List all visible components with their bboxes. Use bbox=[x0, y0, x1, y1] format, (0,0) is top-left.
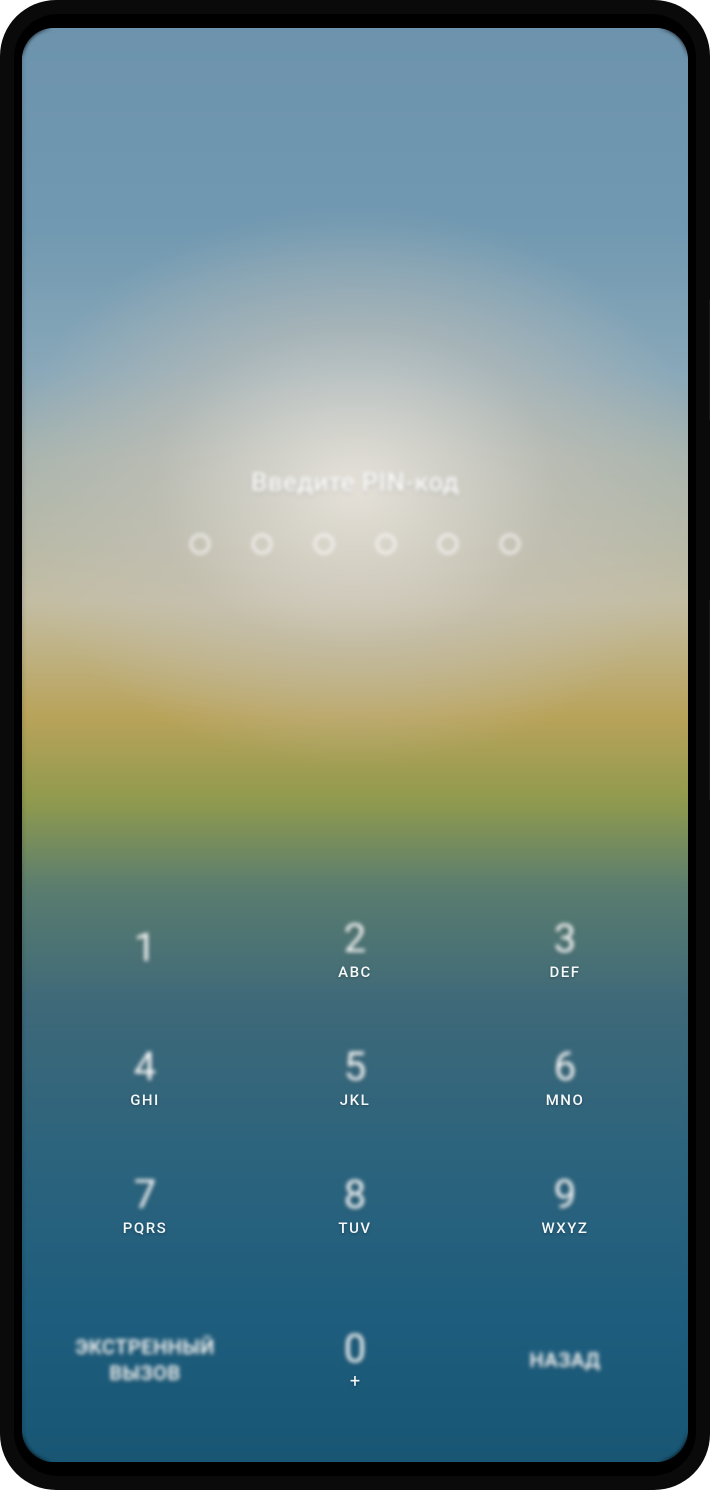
key-digit: 5 bbox=[344, 1047, 366, 1087]
key-letters: + bbox=[350, 1371, 360, 1392]
key-digit: 1 bbox=[134, 928, 156, 968]
key-digit: 0 bbox=[344, 1329, 366, 1369]
top-spacer bbox=[22, 28, 688, 468]
keypad-key-0[interactable]: 0 + bbox=[250, 1296, 460, 1424]
key-digit: 6 bbox=[554, 1047, 576, 1087]
lock-screen: Введите PIN-код 1 2 ABC bbox=[22, 28, 688, 1462]
back-label: НАЗАД bbox=[530, 1347, 601, 1373]
keypad-key-2[interactable]: 2 ABC bbox=[250, 886, 460, 1014]
key-digit: 8 bbox=[344, 1175, 366, 1215]
keypad-key-8[interactable]: 8 TUV bbox=[250, 1142, 460, 1270]
pin-entry-dots bbox=[22, 534, 688, 554]
keypad-key-7[interactable]: 7 PQRS bbox=[40, 1142, 250, 1270]
key-letters: PQRS bbox=[123, 1219, 167, 1237]
key-digit: 4 bbox=[134, 1047, 156, 1087]
back-button[interactable]: НАЗАД bbox=[460, 1296, 670, 1424]
pin-dot bbox=[500, 534, 520, 554]
emergency-call-button[interactable]: ЭКСТРЕННЫЙ ВЫЗОВ bbox=[40, 1296, 250, 1424]
keypad-key-6[interactable]: 6 MNO bbox=[460, 1014, 670, 1142]
emergency-label-line2: ВЫЗОВ bbox=[109, 1360, 180, 1386]
pin-prompt-label: Введите PIN-код bbox=[22, 468, 688, 498]
keypad-key-9[interactable]: 9 WXYZ bbox=[460, 1142, 670, 1270]
pin-dot bbox=[376, 534, 396, 554]
key-letters: JKL bbox=[340, 1091, 370, 1109]
key-letters: TUV bbox=[338, 1219, 371, 1237]
pin-dot bbox=[314, 534, 334, 554]
key-digit: 3 bbox=[554, 919, 576, 959]
phone-frame: Введите PIN-код 1 2 ABC bbox=[0, 0, 710, 1490]
emergency-label-line1: ЭКСТРЕННЫЙ bbox=[75, 1334, 215, 1360]
key-digit: 2 bbox=[344, 919, 366, 959]
pin-dot bbox=[438, 534, 458, 554]
key-digit: 9 bbox=[554, 1175, 576, 1215]
key-letters: MNO bbox=[546, 1091, 585, 1109]
keypad-bottom-row: ЭКСТРЕННЫЙ ВЫЗОВ 0 + НАЗАД bbox=[22, 1296, 688, 1462]
key-digit: 7 bbox=[134, 1175, 156, 1215]
key-letters: WXYZ bbox=[542, 1219, 589, 1237]
pin-dot bbox=[190, 534, 210, 554]
keypad-key-1[interactable]: 1 bbox=[40, 886, 250, 1014]
keypad-key-5[interactable]: 5 JKL bbox=[250, 1014, 460, 1142]
key-letters: ABC bbox=[338, 963, 372, 981]
key-letters: DEF bbox=[549, 963, 580, 981]
keypad-key-4[interactable]: 4 GHI bbox=[40, 1014, 250, 1142]
numeric-keypad: 1 2 ABC 3 DEF 4 GHI 5 JKL bbox=[22, 886, 688, 1296]
keypad-key-3[interactable]: 3 DEF bbox=[460, 886, 670, 1014]
key-letters: GHI bbox=[130, 1091, 160, 1109]
phone-bezel: Введите PIN-код 1 2 ABC bbox=[14, 14, 696, 1476]
pin-dot bbox=[252, 534, 272, 554]
